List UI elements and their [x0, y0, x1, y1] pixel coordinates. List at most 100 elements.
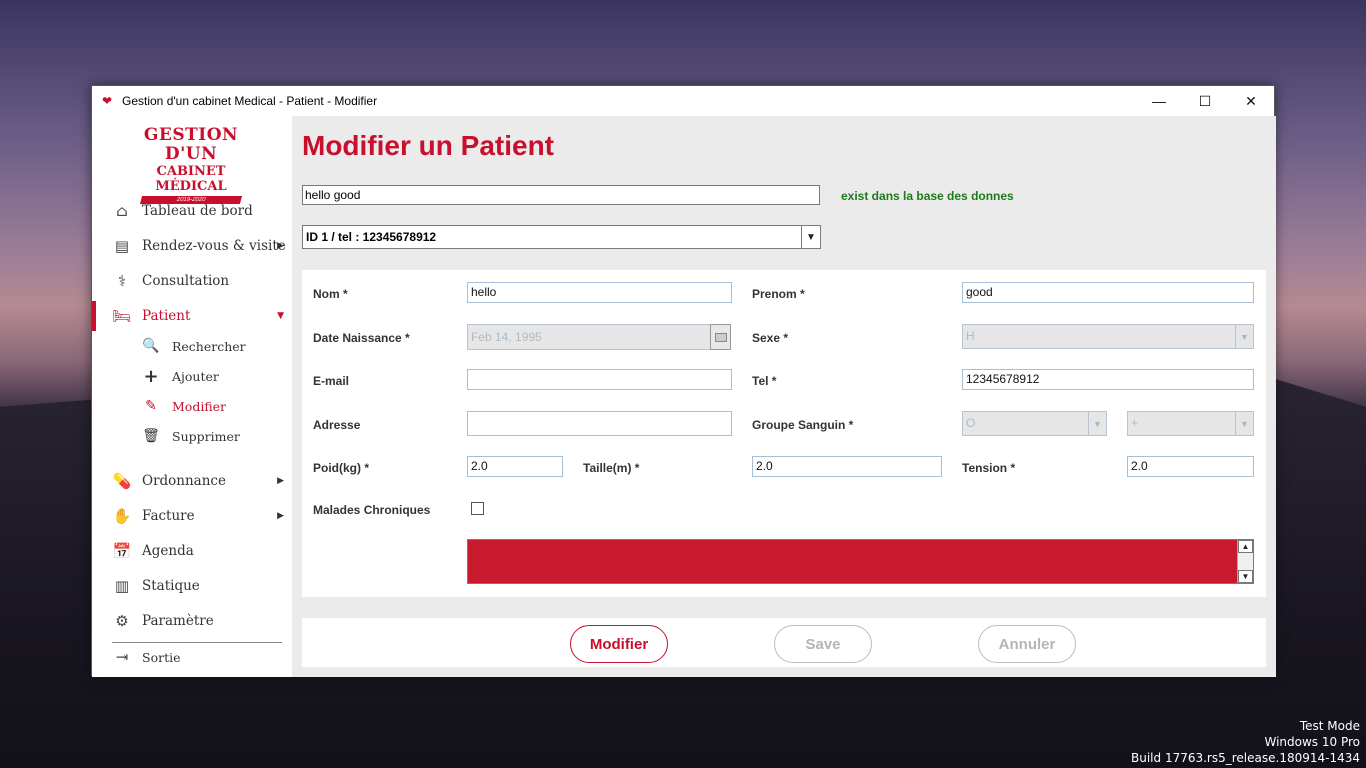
email-label: E-mail: [313, 374, 350, 388]
groupe-sanguin-dropdown[interactable]: O ▼: [962, 411, 1107, 436]
sidebar-item-label: Tableau de bord: [142, 203, 253, 219]
os-watermark: Test Mode Windows 10 Pro Build 17763.rs5…: [1131, 718, 1360, 766]
action-bar: Modifier Save Annuler: [302, 618, 1266, 667]
chevron-down-icon: ▼: [1235, 325, 1253, 348]
sidebar-item-label: Statique: [142, 578, 200, 594]
title-bar[interactable]: ❤ Gestion d'un cabinet Medical - Patient…: [92, 86, 1274, 116]
sidebar-item-label: Paramètre: [142, 613, 214, 629]
exit-icon: ⇥: [115, 648, 129, 666]
nom-label: Nom *: [313, 287, 348, 301]
patient-select-value: ID 1 / tel : 12345678912: [306, 230, 437, 244]
sidebar-item-agenda[interactable]: 📅 Agenda: [92, 536, 292, 566]
chevron-down-icon: ▼: [1235, 412, 1253, 435]
app-window: ❤ Gestion d'un cabinet Medical - Patient…: [91, 85, 1276, 677]
sidebar-subitem-label: Modifier: [172, 398, 227, 414]
rhesus-value: +: [1131, 416, 1139, 430]
date-naissance-field[interactable]: Feb 14, 1995: [467, 324, 711, 350]
sidebar-item-ordonnance[interactable]: 💊 Ordonnance ▶: [92, 466, 292, 496]
sidebar-item-facture[interactable]: ✋ Facture ▶: [92, 501, 292, 531]
chevron-down-icon: ▼: [277, 311, 284, 321]
window-title: Gestion d'un cabinet Medical - Patient -…: [122, 94, 378, 108]
patient-form: Nom * hello Prenom * good Date Naissance…: [302, 270, 1266, 597]
gear-icon: ⚙: [115, 612, 129, 630]
bed-icon: 🛏: [112, 307, 132, 325]
prenom-label: Prenom *: [752, 287, 805, 301]
groupe-sanguin-label: Groupe Sanguin *: [752, 418, 854, 432]
sidebar-subitem-supprimer[interactable]: 🗑 Supprimer: [92, 423, 292, 449]
watermark-line: Test Mode: [1299, 719, 1360, 733]
sidebar-subitem-rechercher[interactable]: 🔍 Rechercher: [92, 333, 292, 359]
calendar-button[interactable]: [710, 324, 731, 350]
home-icon: ⌂: [116, 202, 128, 220]
taille-field[interactable]: 2.0: [752, 456, 942, 477]
bar-chart-icon: ▥: [114, 577, 130, 595]
scroll-up-arrow-icon[interactable]: ▲: [1238, 540, 1253, 553]
chevron-down-icon: ▼: [1088, 412, 1106, 435]
chevron-right-icon: ▶: [277, 241, 284, 251]
search-input[interactable]: [302, 185, 820, 205]
malades-chroniques-label: Malades Chroniques: [313, 503, 431, 517]
email-field[interactable]: [467, 369, 732, 390]
pill-icon: 💊: [112, 472, 132, 490]
logo-line-1: GESTION D'UN: [143, 125, 239, 164]
tel-label: Tel *: [752, 374, 777, 388]
sidebar-item-patient[interactable]: 🛏 Patient ▼: [92, 301, 292, 331]
document-icon: ▤: [114, 237, 130, 255]
tel-field[interactable]: 12345678912: [962, 369, 1254, 390]
tension-label: Tension *: [962, 461, 1016, 475]
stethoscope-icon: ⚕: [117, 272, 127, 290]
close-button[interactable]: ✕: [1228, 86, 1274, 116]
chevron-down-icon[interactable]: ▼: [801, 226, 820, 248]
hand-money-icon: ✋: [112, 507, 132, 525]
calendar-icon: 📅: [112, 542, 132, 560]
poid-field[interactable]: 2.0: [467, 456, 563, 477]
sidebar-subitem-modifier[interactable]: ✎ Modifier: [92, 393, 292, 419]
sidebar-item-rendez-vous[interactable]: ▤ Rendez-vous & visite ▶: [92, 231, 292, 261]
window-controls: — ☐ ✕: [1136, 86, 1274, 116]
minimize-button[interactable]: —: [1136, 86, 1182, 116]
sidebar-item-label: Sortie: [142, 649, 181, 665]
page-title: Modifier un Patient: [302, 130, 554, 161]
sidebar-item-sortie[interactable]: ⇥ Sortie: [92, 642, 292, 672]
sexe-label: Sexe *: [752, 331, 789, 345]
tension-field[interactable]: 2.0: [1127, 456, 1254, 477]
main-panel: Modifier un Patient exist dans la base d…: [292, 116, 1276, 677]
sidebar-subitem-ajouter[interactable]: + Ajouter: [92, 363, 292, 389]
nom-field[interactable]: hello: [467, 282, 732, 303]
sidebar-item-statique[interactable]: ▥ Statique: [92, 571, 292, 601]
taille-label: Taille(m) *: [583, 461, 640, 475]
scroll-down-arrow-icon[interactable]: ▼: [1238, 570, 1253, 583]
modifier-button[interactable]: Modifier: [570, 625, 668, 663]
calendar-icon: [714, 332, 727, 342]
sidebar-item-label: Patient: [142, 308, 191, 324]
prenom-field[interactable]: good: [962, 282, 1254, 303]
sidebar-subitem-label: Rechercher: [172, 338, 246, 354]
sidebar-subitem-label: Ajouter: [172, 368, 219, 384]
sidebar-item-label: Consultation: [142, 273, 230, 289]
heart-app-icon: ❤: [102, 94, 113, 108]
sidebar-item-parametre[interactable]: ⚙ Paramètre: [92, 606, 292, 636]
sidebar-subitem-label: Supprimer: [172, 428, 240, 444]
sexe-value: H: [966, 329, 975, 343]
malades-chroniques-checkbox[interactable]: [471, 502, 484, 515]
app-logo: GESTION D'UN CABINET MÉDICAL 2019-2020: [126, 125, 256, 204]
exist-status-message: exist dans la base des donnes: [841, 189, 1014, 203]
annuler-button[interactable]: Annuler: [978, 625, 1076, 663]
patient-select[interactable]: ID 1 / tel : 12345678912 ▼: [302, 225, 821, 249]
save-button[interactable]: Save: [774, 625, 872, 663]
sidebar-item-tableau-de-bord[interactable]: ⌂ Tableau de bord: [92, 196, 292, 226]
sidebar-item-consultation[interactable]: ⚕ Consultation: [92, 266, 292, 296]
textarea-scrollbar[interactable]: ▲ ▼: [1237, 540, 1253, 583]
malades-chroniques-textarea[interactable]: ▲ ▼: [467, 539, 1254, 584]
sidebar-item-label: Facture: [142, 508, 195, 524]
sidebar: GESTION D'UN CABINET MÉDICAL 2019-2020 ⌂…: [92, 116, 292, 677]
adresse-field[interactable]: [467, 411, 732, 436]
watermark-line: Windows 10 Pro: [1264, 735, 1360, 749]
chevron-right-icon: ▶: [277, 476, 284, 486]
rhesus-dropdown[interactable]: + ▼: [1127, 411, 1254, 436]
sexe-dropdown[interactable]: H ▼: [962, 324, 1254, 349]
maximize-button[interactable]: ☐: [1182, 86, 1228, 116]
poid-label: Poid(kg) *: [313, 461, 369, 475]
trash-icon: 🗑: [142, 428, 160, 444]
pencil-icon: ✎: [145, 398, 157, 414]
